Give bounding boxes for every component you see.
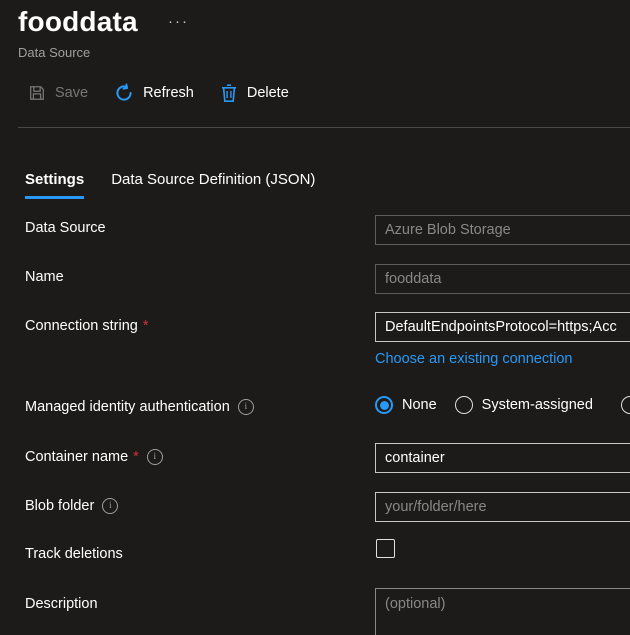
refresh-button[interactable]: Refresh — [114, 83, 194, 103]
delete-button[interactable]: Delete — [220, 83, 289, 103]
track-deletions-checkbox[interactable] — [376, 539, 395, 558]
required-asterisk: * — [143, 318, 149, 334]
tab-settings[interactable]: Settings — [25, 171, 84, 199]
name-input — [375, 264, 630, 294]
floppy-disk-icon — [28, 84, 46, 102]
required-asterisk: * — [133, 449, 139, 465]
radio-system-assigned-circle — [455, 396, 473, 414]
more-options-icon[interactable]: ··· — [168, 13, 189, 30]
info-icon[interactable] — [147, 449, 163, 465]
blob-folder-input[interactable] — [375, 492, 630, 522]
description-textarea[interactable] — [375, 588, 630, 635]
radio-none[interactable]: None — [375, 396, 437, 414]
toolbar-divider — [18, 127, 630, 128]
choose-existing-connection-link[interactable]: Choose an existing connection — [375, 351, 573, 367]
blob-folder-label: Blob folder — [25, 498, 118, 514]
tab-data-source-definition-json[interactable]: Data Source Definition (JSON) — [111, 171, 315, 199]
connection-string-input[interactable] — [375, 312, 630, 342]
page-subtitle: Data Source — [18, 45, 90, 60]
name-label: Name — [25, 269, 64, 285]
managed-identity-radio-group: None System-assigned — [375, 396, 593, 414]
refresh-button-label: Refresh — [143, 85, 194, 101]
data-source-input — [375, 215, 630, 245]
circular-arrow-icon — [114, 83, 134, 103]
data-source-label: Data Source — [25, 220, 106, 236]
data-source-page: fooddata ··· Data Source Save Refresh — [0, 0, 630, 635]
info-icon[interactable] — [238, 399, 254, 415]
radio-system-assigned[interactable]: System-assigned — [455, 396, 593, 414]
radio-none-circle — [375, 396, 393, 414]
command-bar: Save Refresh Delete — [28, 83, 289, 103]
radio-cutoff-circle[interactable] — [621, 396, 630, 414]
save-button-label: Save — [55, 85, 88, 101]
container-name-input[interactable] — [375, 443, 630, 473]
info-icon[interactable] — [102, 498, 118, 514]
container-name-label: Container name * — [25, 449, 163, 465]
managed-identity-label: Managed identity authentication — [25, 399, 254, 415]
connection-string-label: Connection string * — [25, 318, 149, 334]
trash-can-icon — [220, 83, 238, 103]
save-button[interactable]: Save — [28, 84, 88, 102]
delete-button-label: Delete — [247, 85, 289, 101]
track-deletions-label: Track deletions — [25, 546, 123, 562]
tab-bar: Settings Data Source Definition (JSON) — [25, 171, 315, 199]
description-label: Description — [25, 596, 98, 612]
page-title: fooddata — [18, 6, 138, 38]
